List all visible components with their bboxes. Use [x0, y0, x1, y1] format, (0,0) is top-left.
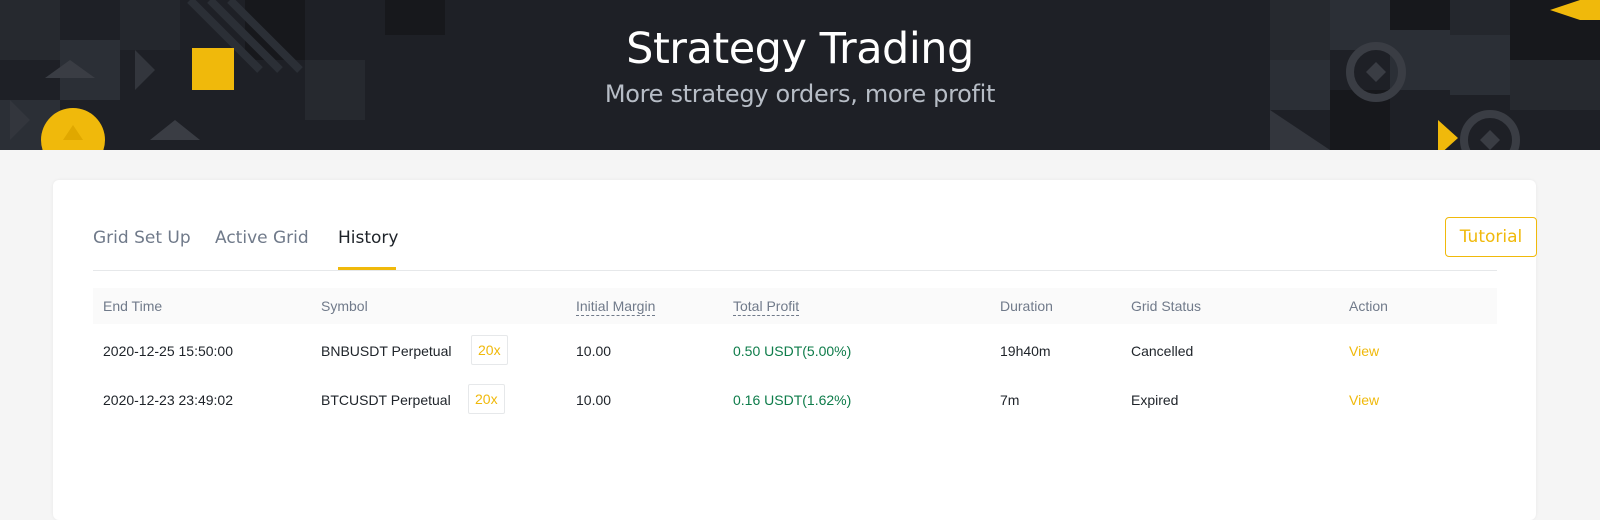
- cell-symbol: BNBUSDT Perpetual: [321, 343, 452, 359]
- header-grid-status: Grid Status: [1131, 298, 1202, 314]
- header-end-time: End Time: [103, 298, 163, 314]
- page-title: Strategy Trading: [626, 24, 974, 74]
- table-header: End Time Symbol Initial Margin Total Pro…: [93, 288, 1497, 324]
- cell-total-profit: 0.16 USDT(1.62%): [733, 392, 852, 408]
- strategy-card: Grid Set Up Active Grid History Tutorial…: [53, 180, 1537, 520]
- cell-end-time: 2020-12-23 23:49:02: [103, 392, 233, 408]
- cell-duration: 7m: [1000, 392, 1020, 408]
- tab-grid-set-up[interactable]: Grid Set Up: [93, 228, 191, 248]
- tab-history[interactable]: History: [338, 228, 398, 248]
- cell-grid-status: Cancelled: [1131, 343, 1194, 359]
- tab-active-grid[interactable]: Active Grid: [215, 228, 309, 248]
- view-link[interactable]: View: [1349, 343, 1379, 359]
- header-duration: Duration: [1000, 298, 1053, 314]
- header-symbol: Symbol: [321, 298, 368, 314]
- active-tab-indicator: [338, 267, 396, 270]
- view-link[interactable]: View: [1349, 392, 1379, 408]
- hero-banner: Strategy Trading More strategy orders, m…: [0, 0, 1600, 150]
- cell-total-profit: 0.50 USDT(5.00%): [733, 343, 852, 359]
- header-initial-margin[interactable]: Initial Margin: [576, 298, 656, 316]
- hero-decoration: [0, 0, 1600, 150]
- cell-symbol: BTCUSDT Perpetual: [321, 392, 451, 408]
- cell-grid-status: Expired: [1131, 392, 1179, 408]
- header-action: Action: [1349, 298, 1388, 314]
- page-subtitle: More strategy orders, more profit: [604, 80, 996, 108]
- table-row: 2020-12-25 15:50:00 BNBUSDT Perpetual 20…: [93, 325, 1497, 375]
- cell-initial-margin: 10.00: [576, 343, 612, 359]
- header-total-profit[interactable]: Total Profit: [733, 298, 800, 316]
- tab-bar: Grid Set Up Active Grid History Tutorial: [93, 180, 1537, 271]
- leverage-badge: 20x: [468, 384, 505, 414]
- cell-end-time: 2020-12-25 15:50:00: [103, 343, 233, 359]
- cell-duration: 19h40m: [1000, 343, 1051, 359]
- leverage-badge: 20x: [471, 335, 508, 365]
- cell-initial-margin: 10.00: [576, 392, 612, 408]
- tutorial-button[interactable]: Tutorial: [1445, 217, 1537, 257]
- table-row: 2020-12-23 23:49:02 BTCUSDT Perpetual 20…: [93, 374, 1497, 424]
